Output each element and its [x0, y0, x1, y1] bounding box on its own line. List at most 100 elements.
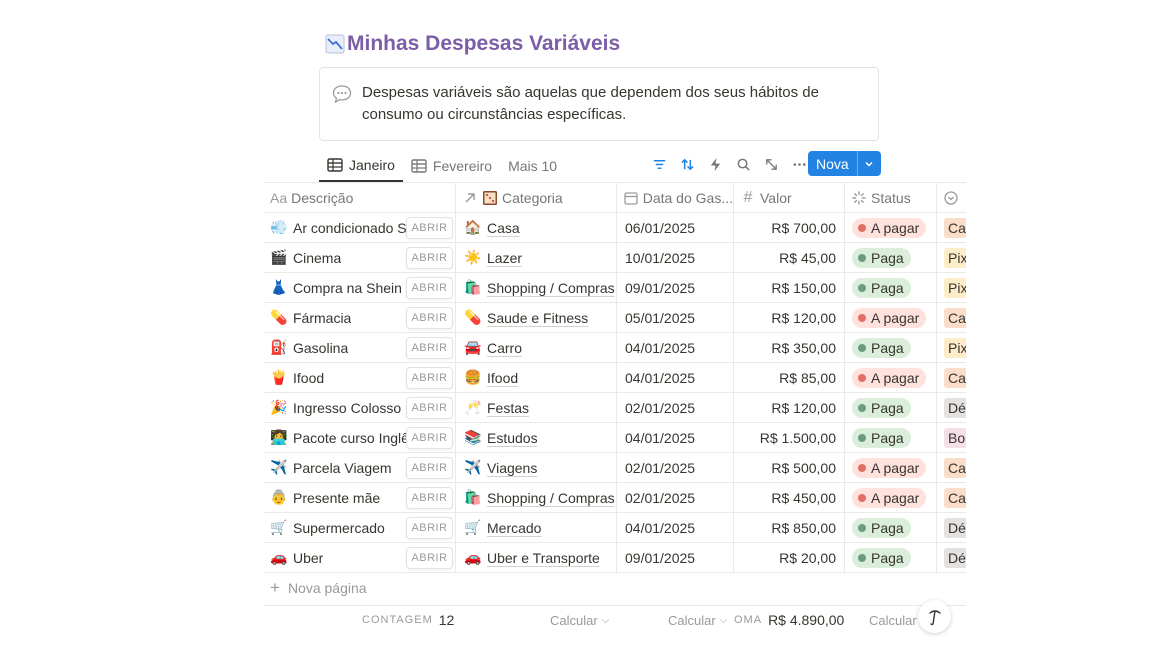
cell-pagamento[interactable]: Pix — [937, 333, 966, 362]
cell-descricao[interactable]: ✈️ Parcela Viagem ABRIR — [264, 453, 456, 482]
category-link[interactable]: Lazer — [487, 250, 522, 266]
column-header-data[interactable]: Data do Gas... — [617, 183, 734, 213]
open-button[interactable]: ABRIR — [406, 487, 453, 509]
cell-pagamento[interactable]: Ca — [937, 213, 966, 242]
row-title[interactable]: Supermercado — [293, 520, 385, 536]
calculate-data[interactable]: Calcular ⌵ — [668, 608, 727, 632]
table-row[interactable]: 🍟 Ifood ABRIR 🍔 Ifood 04/01/2025 R$ 85,00 A pag… — [264, 363, 966, 393]
cell-pagamento[interactable]: Ca — [937, 483, 966, 512]
row-title[interactable]: Ar condicionado Sa — [293, 220, 411, 236]
cell-data[interactable]: 04/01/2025 — [617, 423, 734, 452]
category-link[interactable]: Ifood — [487, 370, 518, 386]
row-title[interactable]: Cinema — [293, 250, 341, 266]
cell-status[interactable]: Paga — [845, 513, 937, 542]
cell-pagamento[interactable]: Dé — [937, 393, 966, 422]
expand-icon[interactable] — [757, 152, 785, 176]
cell-categoria[interactable]: 📚 Estudos — [456, 423, 617, 452]
cell-pagamento[interactable]: Pix — [937, 273, 966, 302]
column-header-categoria[interactable]: Categoria — [456, 183, 617, 213]
category-link[interactable]: Estudos — [487, 430, 538, 446]
row-title[interactable]: Ingresso Colosso — [293, 400, 401, 416]
category-link[interactable]: Shopping / Compras — [487, 280, 615, 296]
cell-valor[interactable]: R$ 20,00 — [734, 543, 845, 572]
help-icon[interactable] — [918, 600, 951, 633]
cell-status[interactable]: A pagar — [845, 483, 937, 512]
table-row[interactable]: 🛒 Supermercado ABRIR 🛒 Mercado 04/01/2025 R$ 8… — [264, 513, 966, 543]
cell-categoria[interactable]: 🏠 Casa — [456, 213, 617, 242]
chevron-down-icon[interactable] — [856, 151, 881, 176]
table-row[interactable]: 💨 Ar condicionado Sa ABRIR 🏠 Casa 06/01/2025 R… — [264, 213, 966, 243]
cell-valor[interactable]: R$ 850,00 — [734, 513, 845, 542]
row-title[interactable]: Parcela Viagem — [293, 460, 392, 476]
cell-valor[interactable]: R$ 1.500,00 — [734, 423, 845, 452]
cell-data[interactable]: 04/01/2025 — [617, 333, 734, 362]
category-link[interactable]: Casa — [487, 220, 520, 236]
cell-data[interactable]: 02/01/2025 — [617, 483, 734, 512]
cell-categoria[interactable]: 🛍️ Shopping / Compras — [456, 273, 617, 302]
cell-valor[interactable]: R$ 120,00 — [734, 393, 845, 422]
cell-data[interactable]: 10/01/2025 — [617, 243, 734, 272]
open-button[interactable]: ABRIR — [406, 427, 453, 449]
cell-categoria[interactable]: 🍔 Ifood — [456, 363, 617, 392]
cell-valor[interactable]: R$ 350,00 — [734, 333, 845, 362]
tab-janeiro[interactable]: Janeiro — [319, 150, 403, 182]
cell-data[interactable]: 05/01/2025 — [617, 303, 734, 332]
cell-categoria[interactable]: ✈️ Viagens — [456, 453, 617, 482]
cell-status[interactable]: Paga — [845, 243, 937, 272]
tab-fevereiro[interactable]: Fevereiro — [403, 150, 500, 182]
cell-pagamento[interactable]: Dé — [937, 543, 966, 572]
cell-status[interactable]: Paga — [845, 423, 937, 452]
column-header-descricao[interactable]: Aa Descrição — [264, 183, 456, 213]
search-icon[interactable] — [729, 152, 757, 176]
cell-descricao[interactable]: ⛽ Gasolina ABRIR — [264, 333, 456, 362]
calculate-categoria[interactable]: Calcular ⌵ — [550, 608, 609, 632]
cell-data[interactable]: 09/01/2025 — [617, 543, 734, 572]
table-row[interactable]: 👵 Presente mãe ABRIR 🛍️ Shopping / Compras 02… — [264, 483, 966, 513]
table-row[interactable]: ✈️ Parcela Viagem ABRIR ✈️ Viagens 02/01/2025… — [264, 453, 966, 483]
table-row[interactable]: 💊 Fármacia ABRIR 💊 Saude e Fitness 05/01/2025… — [264, 303, 966, 333]
row-title[interactable]: Presente mãe — [293, 490, 380, 506]
cell-descricao[interactable]: 🛒 Supermercado ABRIR — [264, 513, 456, 542]
table-row[interactable]: 🎬 Cinema ABRIR ☀️ Lazer 10/01/2025 R$ 45,00 Pag… — [264, 243, 966, 273]
category-link[interactable]: Mercado — [487, 520, 541, 536]
cell-categoria[interactable]: 🚘 Carro — [456, 333, 617, 362]
cell-descricao[interactable]: 🚗 Uber ABRIR — [264, 543, 456, 572]
open-button[interactable]: ABRIR — [406, 367, 453, 389]
new-page-button[interactable]: + Nova página — [264, 573, 367, 603]
cell-descricao[interactable]: 👵 Presente mãe ABRIR — [264, 483, 456, 512]
sum-aggregate[interactable]: OMA R$ 4.890,00 — [734, 608, 844, 632]
cell-categoria[interactable]: 🚗 Uber e Transporte — [456, 543, 617, 572]
open-button[interactable]: ABRIR — [406, 307, 453, 329]
row-title[interactable]: Pacote curso Inglês — [293, 430, 411, 446]
cell-status[interactable]: A pagar — [845, 213, 937, 242]
cell-status[interactable]: Paga — [845, 273, 937, 302]
cell-pagamento[interactable]: Ca — [937, 363, 966, 392]
cell-categoria[interactable]: 🥂 Festas — [456, 393, 617, 422]
row-title[interactable]: Gasolina — [293, 340, 348, 356]
cell-valor[interactable]: R$ 45,00 — [734, 243, 845, 272]
automation-icon[interactable] — [701, 152, 729, 176]
open-button[interactable]: ABRIR — [406, 277, 453, 299]
cell-categoria[interactable]: 💊 Saude e Fitness — [456, 303, 617, 332]
cell-descricao[interactable]: 💨 Ar condicionado Sa ABRIR — [264, 213, 456, 242]
calculate-status[interactable]: Calcular — [869, 608, 917, 632]
cell-descricao[interactable]: 💊 Fármacia ABRIR — [264, 303, 456, 332]
cell-status[interactable]: A pagar — [845, 453, 937, 482]
cell-data[interactable]: 02/01/2025 — [617, 453, 734, 482]
category-link[interactable]: Viagens — [487, 460, 537, 476]
category-link[interactable]: Carro — [487, 340, 522, 356]
count-aggregate[interactable]: CONTAGEM 12 — [362, 608, 454, 632]
category-link[interactable]: Shopping / Compras — [487, 490, 615, 506]
cell-data[interactable]: 06/01/2025 — [617, 213, 734, 242]
row-title[interactable]: Ifood — [293, 370, 324, 386]
cell-pagamento[interactable]: Dé — [937, 513, 966, 542]
cell-status[interactable]: Paga — [845, 333, 937, 362]
cell-valor[interactable]: R$ 120,00 — [734, 303, 845, 332]
cell-descricao[interactable]: 🍟 Ifood ABRIR — [264, 363, 456, 392]
cell-status[interactable]: Paga — [845, 543, 937, 572]
cell-pagamento[interactable]: Bo — [937, 423, 966, 452]
table-row[interactable]: 👩‍💻 Pacote curso Inglês ABRIR 📚 Estudos 04/01… — [264, 423, 966, 453]
cell-categoria[interactable]: 🛍️ Shopping / Compras — [456, 483, 617, 512]
cell-data[interactable]: 04/01/2025 — [617, 363, 734, 392]
column-header-pagamento[interactable] — [937, 183, 966, 213]
